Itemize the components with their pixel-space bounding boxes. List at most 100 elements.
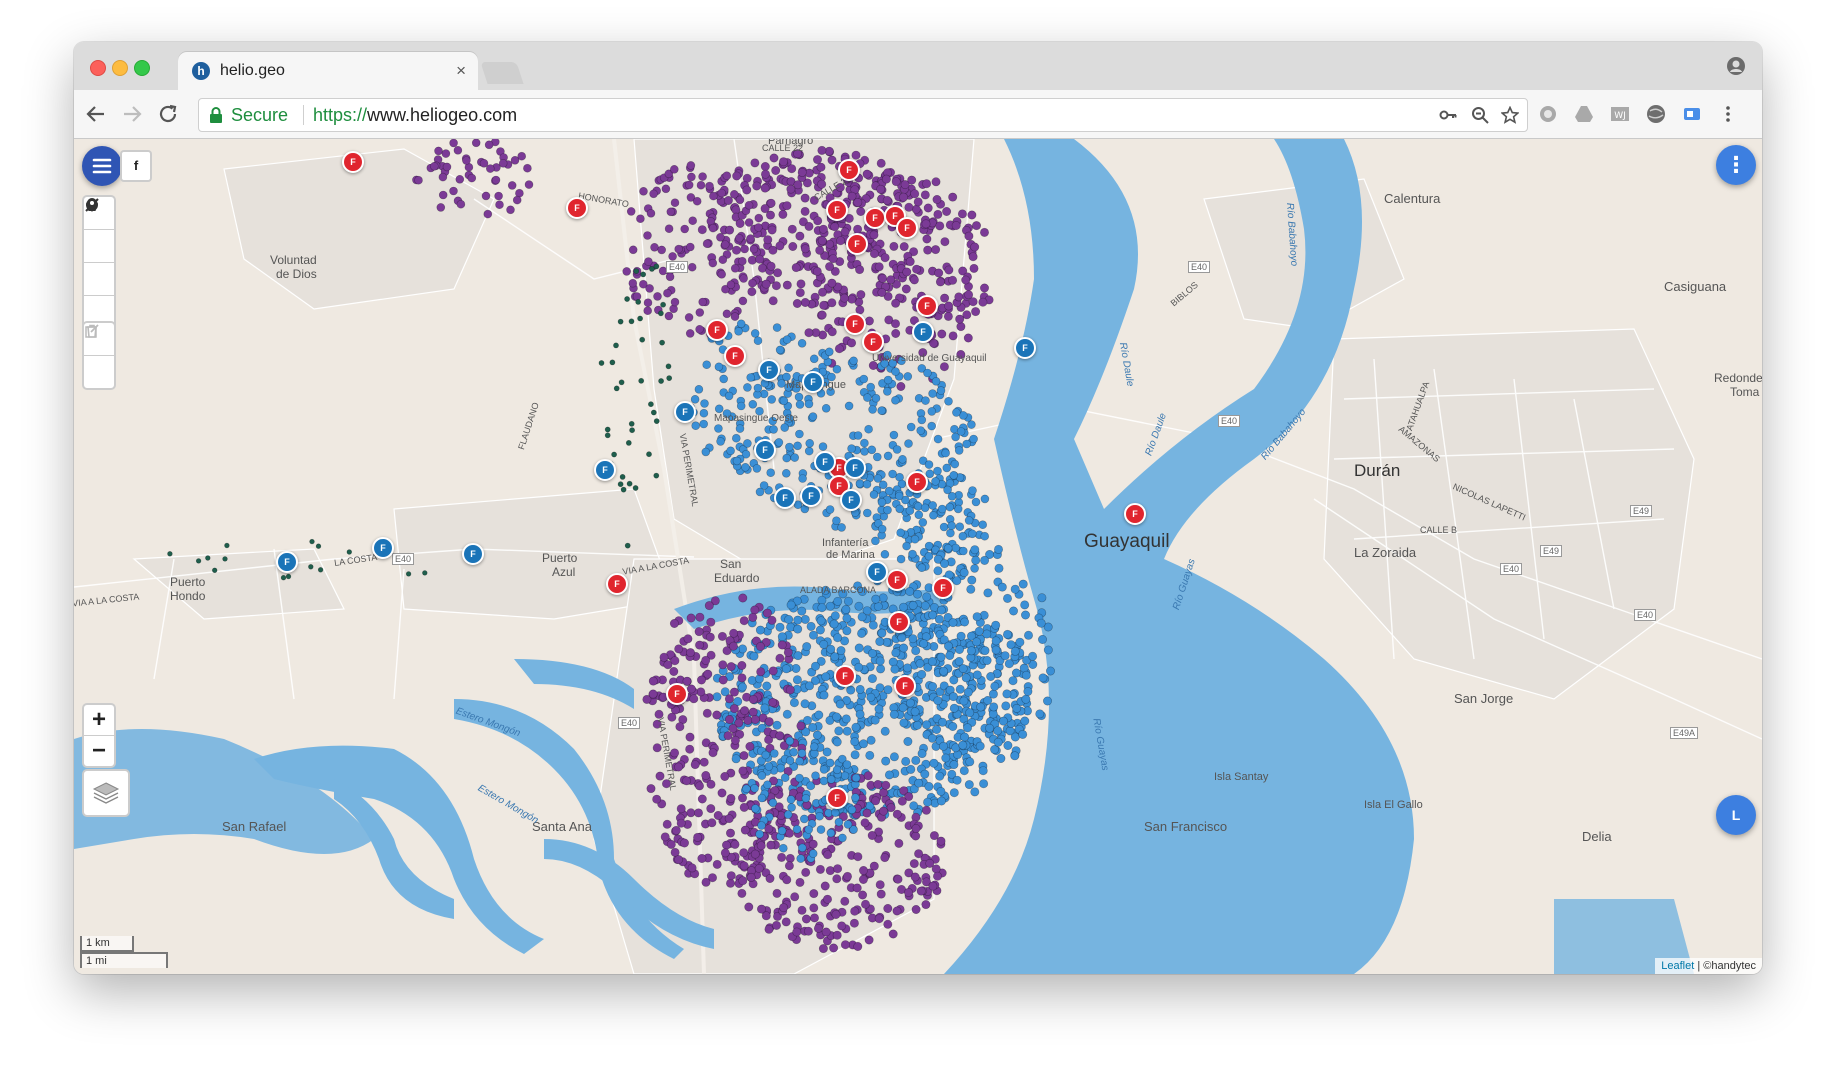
user-button[interactable]: L: [1716, 795, 1756, 835]
extension-circle-icon[interactable]: [1538, 104, 1558, 124]
bookmark-star-icon[interactable]: [1501, 106, 1519, 124]
red-location-marker[interactable]: F: [826, 787, 848, 809]
delete-layers-button[interactable]: [84, 324, 114, 388]
red-location-marker[interactable]: F: [888, 611, 910, 633]
blue-location-marker[interactable]: F: [462, 543, 484, 565]
extension-drive-icon[interactable]: [1574, 104, 1594, 124]
red-location-marker[interactable]: F: [916, 295, 938, 317]
data-point: [928, 389, 937, 398]
data-point: [959, 696, 969, 706]
red-location-marker[interactable]: F: [844, 313, 866, 335]
more-options-button[interactable]: ⋮: [1716, 145, 1756, 185]
data-point: [1018, 579, 1028, 589]
browser-tab[interactable]: h helio.geo ×: [178, 52, 478, 90]
blue-location-marker[interactable]: F: [372, 537, 394, 559]
red-location-marker[interactable]: F: [846, 233, 868, 255]
data-point: [731, 245, 741, 255]
new-tab-button[interactable]: [480, 62, 524, 84]
blue-location-marker[interactable]: F: [276, 551, 298, 573]
data-point: [438, 190, 448, 200]
back-arrow-icon[interactable]: [84, 102, 108, 126]
blue-location-marker[interactable]: F: [800, 485, 822, 507]
data-point: [756, 667, 766, 677]
draw-circle-button[interactable]: [84, 199, 114, 296]
zoom-in-button[interactable]: +: [84, 705, 114, 736]
red-location-marker[interactable]: F: [566, 197, 588, 219]
red-location-marker[interactable]: F: [826, 199, 848, 221]
blue-location-marker[interactable]: F: [594, 459, 616, 481]
blue-location-marker[interactable]: F: [758, 359, 780, 381]
data-point: [795, 231, 805, 241]
red-location-marker[interactable]: F: [724, 345, 746, 367]
map-view[interactable]: Calentura Casiguana Redondel Toma Volunt…: [74, 139, 1762, 974]
red-location-marker[interactable]: F: [342, 151, 364, 173]
layers-control-button[interactable]: [82, 769, 130, 817]
red-location-marker[interactable]: F: [706, 319, 728, 341]
blue-location-marker[interactable]: F: [912, 321, 934, 343]
blue-location-marker[interactable]: F: [814, 451, 836, 473]
data-point: [1020, 600, 1030, 610]
data-point: [752, 181, 762, 191]
red-location-marker[interactable]: F: [896, 217, 918, 239]
data-point: [908, 549, 917, 559]
maximize-window-button[interactable]: [134, 60, 150, 76]
data-point: [625, 439, 632, 446]
leaflet-link[interactable]: Leaflet: [1661, 960, 1694, 972]
data-point: [817, 236, 827, 246]
red-location-marker[interactable]: F: [606, 573, 628, 595]
data-point: [705, 632, 715, 642]
blue-location-marker[interactable]: F: [802, 371, 824, 393]
data-point: [940, 237, 950, 247]
data-point: [1035, 709, 1045, 719]
red-location-marker[interactable]: F: [1124, 503, 1146, 525]
minimize-window-button[interactable]: [112, 60, 128, 76]
extension-blue-icon[interactable]: [1682, 104, 1702, 124]
red-location-marker[interactable]: F: [906, 471, 928, 493]
data-point: [453, 146, 463, 155]
zoom-out-button[interactable]: −: [84, 736, 114, 766]
forward-arrow-icon[interactable]: [120, 102, 144, 126]
data-point: [785, 736, 795, 746]
tab-close-icon[interactable]: ×: [456, 61, 466, 81]
menu-button[interactable]: [82, 146, 122, 186]
draw-polygon-button[interactable]: [84, 199, 114, 263]
data-point: [512, 195, 522, 205]
red-location-marker[interactable]: F: [862, 331, 884, 353]
data-point: [842, 871, 852, 881]
zoom-icon[interactable]: [1471, 106, 1489, 124]
address-bar[interactable]: Secure https://www.heliogeo.com: [198, 98, 1528, 132]
data-point: [896, 528, 905, 538]
red-location-marker[interactable]: F: [838, 159, 860, 181]
browser-menu-icon[interactable]: [1718, 104, 1738, 124]
data-point: [812, 730, 822, 740]
blue-location-marker[interactable]: F: [774, 487, 796, 509]
red-location-marker[interactable]: F: [886, 569, 908, 591]
blue-location-marker[interactable]: F: [674, 401, 696, 423]
data-point: [797, 339, 807, 348]
blue-location-marker[interactable]: F: [866, 561, 888, 583]
blue-location-marker[interactable]: F: [754, 439, 776, 461]
red-location-marker[interactable]: F: [864, 207, 886, 229]
red-location-marker[interactable]: F: [834, 665, 856, 687]
data-point: [726, 793, 736, 803]
reload-icon[interactable]: [156, 102, 180, 126]
data-point: [674, 244, 684, 254]
data-point: [880, 549, 890, 559]
data-point: [222, 556, 228, 562]
key-icon[interactable]: [1439, 106, 1457, 124]
red-location-marker[interactable]: F: [932, 577, 954, 599]
data-point: [442, 162, 452, 172]
data-point: [920, 769, 930, 779]
red-location-marker[interactable]: F: [894, 675, 916, 697]
close-window-button[interactable]: [90, 60, 106, 76]
profile-icon[interactable]: [1726, 56, 1746, 76]
map-canvas[interactable]: [74, 139, 1762, 974]
f-button[interactable]: f: [120, 150, 152, 182]
data-point: [795, 773, 804, 783]
blue-location-marker[interactable]: F: [840, 489, 862, 511]
extension-wj-icon[interactable]: WJ: [1610, 104, 1630, 124]
blue-location-marker[interactable]: F: [1014, 337, 1036, 359]
extension-globe-icon[interactable]: [1646, 104, 1666, 124]
red-location-marker[interactable]: F: [666, 683, 688, 705]
blue-location-marker[interactable]: F: [844, 457, 866, 479]
